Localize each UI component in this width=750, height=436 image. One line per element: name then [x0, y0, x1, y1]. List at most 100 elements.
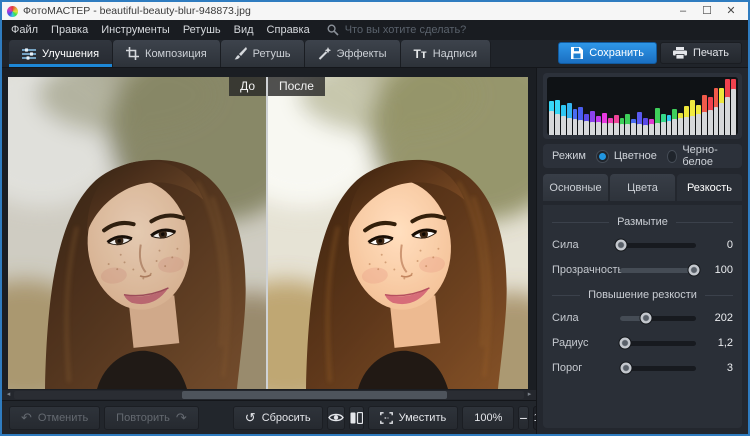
adjust-sliders-icon	[22, 48, 36, 60]
undo-label: Отменить	[38, 412, 88, 424]
slider-thumb[interactable]	[688, 264, 701, 277]
close-button[interactable]: ✕	[719, 2, 743, 20]
compare-view-button[interactable]	[349, 406, 364, 430]
undo-icon: ↶	[21, 411, 32, 424]
slider-label: Порог	[552, 362, 620, 374]
reset-button[interactable]: ↺ Сбросить	[233, 406, 323, 430]
radio-selected-icon	[596, 150, 609, 163]
menu-file[interactable]: Файл	[11, 24, 38, 36]
zoom-100-label: 100%	[474, 412, 502, 424]
histogram-bin	[649, 77, 654, 135]
mode-color-radio[interactable]: Цветное	[596, 150, 657, 163]
histogram-bin	[602, 77, 607, 135]
tab-retouch[interactable]: Ретушь	[221, 40, 305, 67]
histogram-bin	[690, 77, 695, 135]
floppy-disk-icon	[571, 47, 583, 59]
mode-bw-label: Черно-белое	[682, 144, 733, 168]
sharpen-strength-slider[interactable]	[620, 316, 696, 321]
mode-row: Режим Цветное Черно-белое	[543, 144, 742, 168]
tab-label: Надписи	[433, 48, 477, 60]
histogram-bin	[684, 77, 689, 135]
undo-button[interactable]: ↶ Отменить	[9, 406, 100, 430]
minimize-button[interactable]: –	[671, 2, 695, 20]
after-image[interactable]: После	[266, 77, 528, 389]
bottom-bar: ↶ Отменить Повторить ↷ ↺ Сбросить	[2, 400, 536, 434]
scrollbar-thumb[interactable]	[182, 391, 447, 399]
panel-tabs: Основные Цвета Резкость	[543, 174, 742, 201]
histogram	[547, 77, 738, 135]
panel-tab-sharpness[interactable]: Резкость	[677, 174, 742, 201]
save-label: Сохранить	[589, 47, 644, 59]
slider-thumb[interactable]	[620, 362, 633, 375]
tab-label: Композиция	[145, 48, 207, 60]
histogram-bin	[596, 77, 601, 135]
radius-slider[interactable]	[620, 341, 696, 346]
mode-color-label: Цветное	[614, 150, 657, 162]
menu-edit[interactable]: Правка	[51, 24, 88, 36]
menu-bar: Файл Правка Инструменты Ретушь Вид Справ…	[2, 20, 748, 40]
slider-row: Сила 202	[552, 312, 733, 324]
tab-improvements[interactable]: Улучшения	[9, 40, 113, 67]
before-image[interactable]: До	[8, 77, 266, 389]
window-title: ФотоМАСТЕР - beautiful-beauty-blur-94887…	[23, 5, 251, 17]
menu-help[interactable]: Справка	[267, 24, 310, 36]
histogram-bin	[708, 77, 713, 135]
after-label: После	[268, 77, 325, 96]
threshold-slider[interactable]	[620, 366, 696, 371]
fit-label: Уместить	[399, 412, 447, 424]
slider-thumb[interactable]	[614, 239, 627, 252]
histogram-bin	[637, 77, 642, 135]
opacity-slider[interactable]	[620, 268, 696, 273]
histogram-bin	[614, 77, 619, 135]
slider-value: 1,2	[705, 337, 733, 349]
slider-row: Порог 3	[552, 362, 733, 374]
printer-icon	[673, 47, 687, 59]
menu-retouch[interactable]: Ретушь	[183, 24, 221, 36]
histogram-bin	[584, 77, 589, 135]
redo-icon: ↷	[176, 411, 187, 424]
slider-row: Прозрачность 100	[552, 264, 733, 276]
scroll-left-icon[interactable]: ◂	[3, 390, 14, 400]
title-bar: ФотоМАСТЕР - beautiful-beauty-blur-94887…	[2, 2, 748, 20]
histogram-bin	[719, 77, 724, 135]
sharpness-panel-content: Размытие Сила 0 Прозрачность 100	[543, 205, 742, 428]
tab-effects[interactable]: Эффекты	[305, 40, 401, 67]
radio-unselected-icon	[667, 150, 677, 163]
section-title-sharpen: Повышение резкости	[552, 289, 733, 301]
histogram-bin	[702, 77, 707, 135]
histogram-bin	[573, 77, 578, 135]
horizontal-scrollbar: ◂ ▸	[2, 390, 536, 400]
save-button[interactable]: Сохранить	[558, 42, 657, 64]
slider-value: 0	[705, 239, 733, 251]
slider-row: Сила 0	[552, 239, 733, 251]
blur-strength-slider[interactable]	[620, 243, 696, 248]
fit-screen-icon	[380, 412, 393, 424]
print-button[interactable]: Печать	[660, 42, 742, 64]
preview-original-button[interactable]	[327, 406, 345, 430]
menu-tools[interactable]: Инструменты	[101, 24, 170, 36]
slider-thumb[interactable]	[639, 312, 652, 325]
slider-label: Сила	[552, 312, 620, 324]
histogram-box	[543, 73, 742, 139]
redo-label: Повторить	[116, 412, 170, 424]
scroll-right-icon[interactable]: ▸	[524, 390, 535, 400]
slider-row: Радиус 1,2	[552, 337, 733, 349]
panel-tab-basic[interactable]: Основные	[543, 174, 608, 201]
fit-to-screen-button[interactable]: Уместить	[368, 406, 459, 430]
maximize-button[interactable]: ☐	[695, 2, 719, 20]
zoom-out-button[interactable]: −	[518, 406, 528, 430]
redo-button[interactable]: Повторить ↷	[104, 406, 199, 430]
slider-thumb[interactable]	[619, 337, 632, 350]
search-input[interactable]	[345, 24, 505, 36]
mode-bw-radio[interactable]: Черно-белое	[667, 144, 733, 168]
app-logo-icon	[7, 6, 18, 17]
zoom-100-button[interactable]: 100%	[462, 406, 514, 430]
scrollbar-track[interactable]	[14, 391, 524, 399]
tab-composition[interactable]: Композиция	[113, 40, 221, 67]
histogram-bin	[731, 77, 736, 135]
histogram-bin	[590, 77, 595, 135]
tab-captions[interactable]: Tт Надписи	[401, 40, 491, 67]
menu-view[interactable]: Вид	[234, 24, 254, 36]
panel-tab-colors[interactable]: Цвета	[610, 174, 675, 201]
crop-icon	[126, 47, 139, 60]
